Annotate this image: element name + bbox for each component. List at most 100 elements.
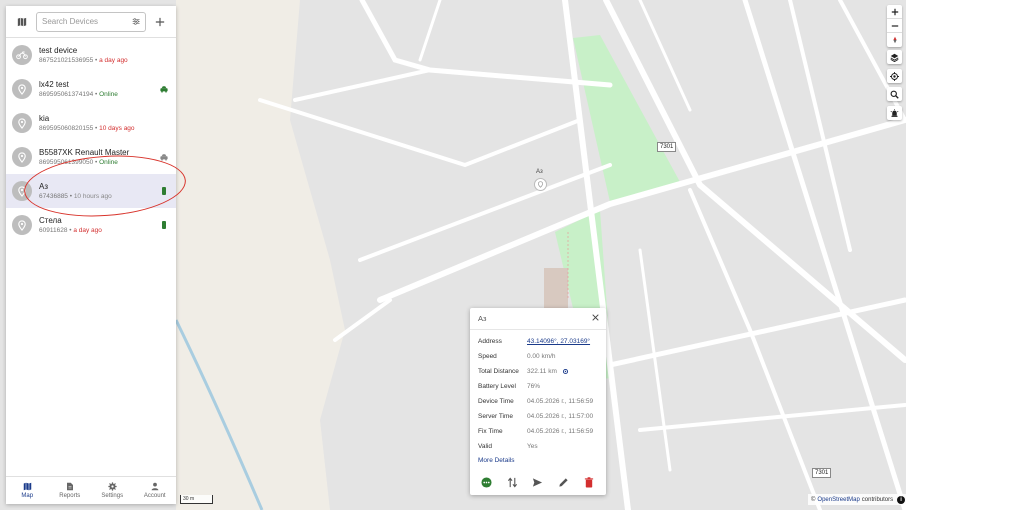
- pin-icon: [18, 219, 26, 231]
- popup-details: Address 43.14096°, 27.03169° Speed 0.00 …: [470, 330, 606, 464]
- device-status-indicator: [158, 85, 170, 93]
- search-input[interactable]: [42, 17, 132, 26]
- popup-header: Аз: [470, 308, 606, 330]
- car-status-wrap: [159, 85, 169, 93]
- map-search-button[interactable]: [887, 87, 902, 101]
- filter-icon[interactable]: [132, 17, 140, 26]
- info-icon[interactable]: i: [897, 495, 906, 504]
- row-label: Address: [478, 338, 502, 345]
- more-details-link[interactable]: More Details: [470, 457, 606, 464]
- device-status: a day ago: [73, 227, 102, 234]
- edit-button[interactable]: [557, 475, 571, 489]
- plus-icon: [155, 17, 165, 26]
- pin-icon: [18, 117, 26, 129]
- row-value: 76%: [527, 383, 541, 390]
- road-ref-label: 7301: [812, 468, 832, 478]
- sidebar-toolbar: [6, 6, 176, 38]
- route-icon: [507, 476, 517, 488]
- row-label: Battery Level: [478, 383, 516, 390]
- device-status: a day ago: [99, 57, 128, 64]
- nav-reports[interactable]: Reports: [49, 477, 92, 504]
- device-text: lx42 test 869595061374194 • Online: [39, 80, 158, 98]
- popup-title: Аз: [478, 314, 487, 323]
- add-device-button[interactable]: [150, 12, 170, 32]
- device-marker[interactable]: [534, 178, 547, 191]
- device-id: 60911628: [39, 227, 68, 234]
- map-toggle-icon[interactable]: [12, 12, 32, 32]
- device-name: test device: [39, 46, 78, 55]
- gear-icon[interactable]: [562, 368, 569, 375]
- road-ref-label: 7301: [657, 142, 677, 152]
- device-popup: Аз Address 43.14096°, 27.03169° Speed 0.…: [470, 308, 606, 495]
- device-subtitle: 869595060820155 • 10 days ago: [39, 125, 135, 132]
- popup-row-battery: Battery Level 76%: [470, 379, 606, 394]
- address-link[interactable]: 43.14096°, 27.03169°: [527, 338, 590, 345]
- device-list-item[interactable]: lx42 test 869595061374194 • Online: [6, 72, 176, 106]
- car-status-icon: [160, 86, 168, 93]
- locate-control: [887, 69, 902, 83]
- device-status: 10 days ago: [99, 125, 135, 132]
- reports-icon: [66, 482, 73, 491]
- close-button[interactable]: [592, 313, 599, 324]
- settings-icon: [108, 482, 117, 491]
- battery-icon: [162, 221, 166, 229]
- replay-button[interactable]: [505, 475, 519, 489]
- marker-label: Аз: [536, 169, 543, 175]
- popup-row-valid: Valid Yes: [470, 439, 606, 454]
- search-icon: [890, 90, 899, 99]
- device-text: Стела 60911628 • a day ago: [39, 216, 158, 234]
- nav-settings[interactable]: Settings: [91, 477, 134, 504]
- row-label: Device Time: [478, 398, 514, 405]
- compass-icon: [892, 36, 897, 44]
- zoom-out-button[interactable]: [887, 19, 902, 33]
- popup-row-speed: Speed 0.00 km/h: [470, 349, 606, 364]
- popup-row-device-time: Device Time 04.05.2026 г., 11:56:59: [470, 394, 606, 409]
- pin-icon: [18, 83, 26, 95]
- device-subtitle: 867521021536955 • a day ago: [39, 57, 128, 64]
- device-id: 869595061374194: [39, 91, 94, 98]
- popup-row-total-distance: Total Distance 322.11 km: [470, 364, 606, 379]
- zoom-controls: [887, 5, 902, 47]
- more-actions-button[interactable]: [480, 475, 494, 489]
- layers-button[interactable]: [887, 50, 902, 64]
- avatar: [12, 79, 32, 99]
- send-command-button[interactable]: [531, 475, 545, 489]
- row-value: 04.05.2026 г., 11:56:59: [527, 398, 594, 405]
- popup-row-server-time: Server Time 04.05.2026 г., 11:57:00: [470, 409, 606, 424]
- popup-row-fix-time: Fix Time 04.05.2026 г., 11:56:59: [470, 424, 606, 439]
- minus-icon: [891, 24, 898, 27]
- map-icon: [23, 482, 31, 491]
- device-list-item[interactable]: kia 869595060820155 • 10 days ago: [6, 106, 176, 140]
- compass-button[interactable]: [887, 33, 902, 47]
- zoom-in-button[interactable]: [887, 5, 902, 19]
- avatar: [12, 147, 32, 167]
- avatar: [12, 215, 32, 235]
- building: [544, 268, 568, 310]
- attribution-prefix: ©: [811, 496, 816, 503]
- search-control: [887, 87, 902, 101]
- nav-account[interactable]: Account: [134, 477, 177, 504]
- right-blank-area: [906, 0, 1024, 510]
- device-status: Online: [99, 91, 118, 98]
- avatar: [12, 45, 32, 65]
- nav-map-label: Map: [21, 493, 34, 499]
- osm-link[interactable]: OpenStreetMap: [817, 497, 859, 503]
- device-subtitle: 60911628 • a day ago: [39, 227, 102, 234]
- row-label: Total Distance: [478, 368, 519, 375]
- delete-button[interactable]: [582, 475, 596, 489]
- nav-map[interactable]: Map: [6, 477, 49, 504]
- locate-button[interactable]: [887, 69, 902, 83]
- device-name: lx42 test: [39, 80, 69, 89]
- row-value: 04.05.2026 г., 11:56:59: [527, 428, 594, 435]
- nav-settings-label: Settings: [101, 493, 124, 499]
- map-viewport[interactable]: 7301 7301 Аз test device 867521021536955 …: [0, 0, 906, 510]
- row-label: Server Time: [478, 413, 514, 420]
- row-label: Speed: [478, 353, 497, 360]
- trash-icon: [585, 476, 594, 488]
- search-field[interactable]: [36, 11, 146, 32]
- device-id: 869595060820155: [39, 125, 94, 132]
- notifications-button[interactable]: [887, 106, 902, 120]
- popup-row-address: Address 43.14096°, 27.03169°: [470, 334, 606, 349]
- device-status-indicator: [158, 221, 170, 229]
- device-list-item[interactable]: test device 867521021536955 • a day ago: [6, 38, 176, 72]
